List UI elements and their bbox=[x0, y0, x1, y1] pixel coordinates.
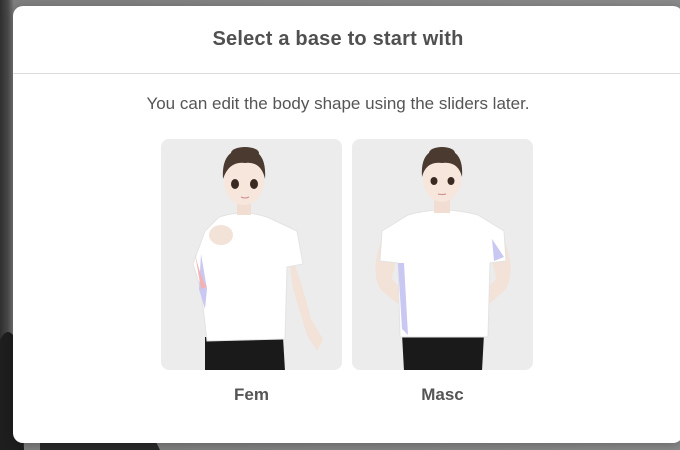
dialog-subtitle: You can edit the body shape using the sl… bbox=[146, 94, 530, 113]
fem-preview-card[interactable] bbox=[161, 139, 342, 370]
masc-preview-card[interactable] bbox=[352, 139, 533, 370]
dialog-title: Select a base to start with bbox=[212, 28, 464, 50]
dialog-header: Select a base to start with bbox=[13, 6, 680, 74]
masc-avatar-illustration bbox=[375, 147, 511, 370]
base-selection-dialog: Select a base to start with You can edit… bbox=[13, 6, 680, 443]
fem-avatar-illustration bbox=[192, 147, 323, 370]
fem-option-label: Fem bbox=[234, 385, 269, 404]
base-options: Fem Masc bbox=[161, 139, 533, 405]
base-option-fem[interactable]: Fem bbox=[161, 139, 342, 405]
masc-option-label: Masc bbox=[421, 385, 464, 404]
base-option-masc[interactable]: Masc bbox=[352, 139, 533, 405]
